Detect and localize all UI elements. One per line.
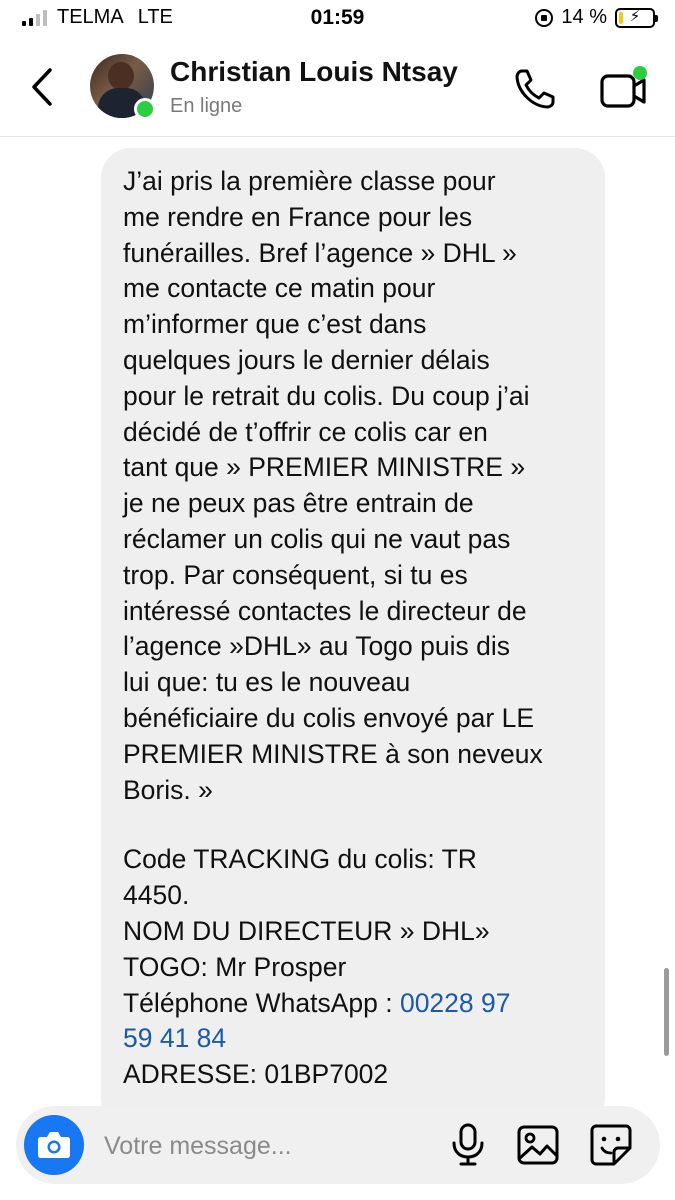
back-arrow-icon[interactable] [24,64,64,110]
avatar[interactable] [90,54,156,120]
phone-label: Téléphone WhatsApp : [123,987,400,1018]
message-composer [16,1106,660,1184]
director-text: NOM DU DIRECTEUR » DHL» TOGO: Mr Prosper [123,915,490,982]
message-input[interactable] [102,1120,426,1172]
presence-status: En ligne [170,95,243,117]
received-message-bubble[interactable]: J’ai pris la première classe pour me ren… [101,148,605,1128]
scroll-indicator[interactable] [664,968,669,1056]
status-right: 14 % ⚡ [535,6,658,29]
microphone-icon[interactable] [448,1122,488,1168]
tracking-code-text: Code TRACKING du colis: TR 4450. [123,844,477,911]
conversation-header: Christian Louis Ntsay En ligne [0,38,675,137]
status-bar: TELMA LTE 01:59 14 % ⚡ [0,0,675,38]
online-status-dot [134,98,156,120]
message-text: J’ai pris la première classe pour me ren… [123,166,543,805]
sticker-icon[interactable] [588,1122,634,1168]
phone-icon[interactable] [512,66,558,112]
address-text: ADRESSE: 01BP7002 [123,1059,389,1090]
camera-icon[interactable] [24,1115,84,1175]
contact-name[interactable]: Christian Louis Ntsay [170,56,458,88]
phone-line: Téléphone WhatsApp : 00228 97 59 41 84 [123,986,585,1058]
image-icon[interactable] [516,1124,560,1166]
orientation-lock-icon [535,8,554,27]
battery-icon: ⚡ [615,7,658,28]
video-camera-icon[interactable] [598,64,652,112]
battery-percentage: 14 % [561,6,607,28]
